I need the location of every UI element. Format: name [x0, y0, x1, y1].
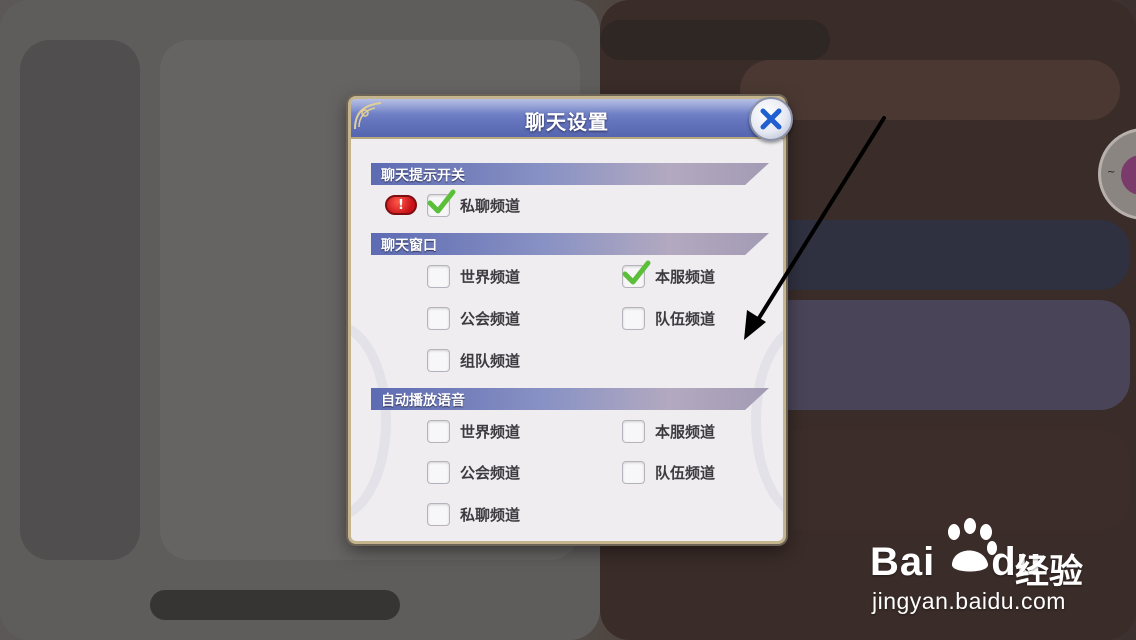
baidu-url: jingyan.baidu.com [872, 588, 1066, 614]
baidu-cn-text: 经验 [1015, 552, 1083, 592]
baidu-watermark: Bai du 经验 jingyan.baidu.com [870, 518, 1130, 628]
paw-icon [948, 518, 997, 572]
baidu-logo-text: Bai [870, 540, 936, 584]
